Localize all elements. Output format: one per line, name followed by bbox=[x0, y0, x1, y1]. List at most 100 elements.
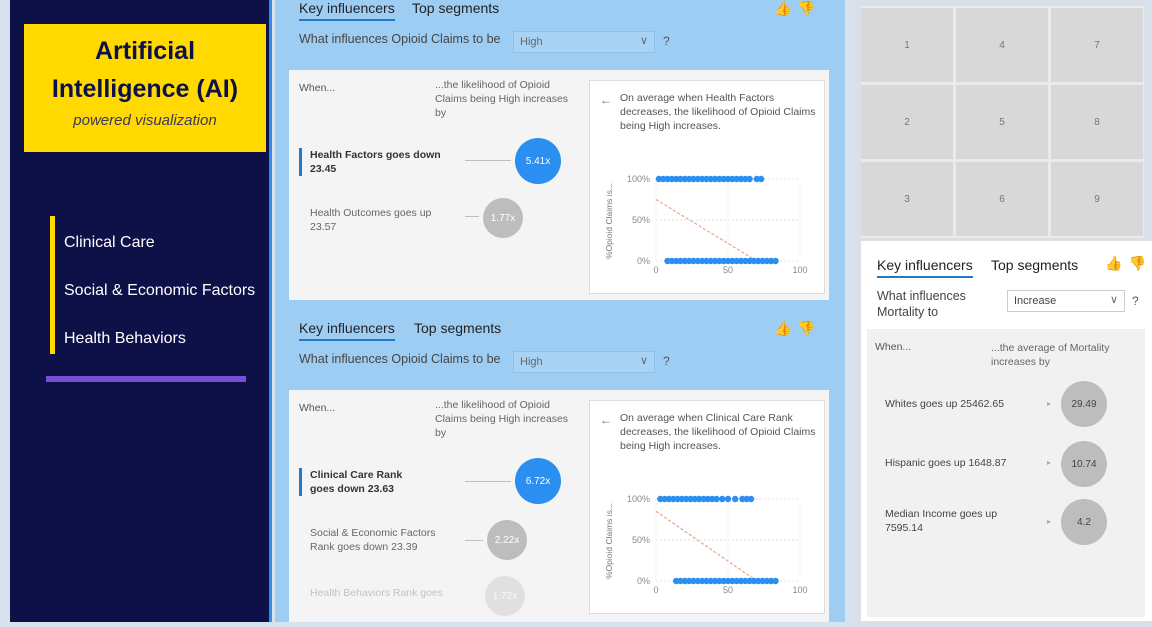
back-arrow-icon[interactable]: ← bbox=[600, 413, 612, 427]
nav-menu: Clinical Care Social & Economic Factors … bbox=[64, 234, 255, 378]
right-panel: 1 4 7 2 5 8 3 6 9 Key influencers Top se… bbox=[849, 0, 1152, 627]
nav-item-health-behaviors[interactable]: Health Behaviors bbox=[64, 330, 255, 378]
report-canvas: Artificial Intelligence (AI) powered vis… bbox=[0, 0, 1152, 627]
tab-top-segments[interactable]: Top segments bbox=[414, 320, 501, 339]
thumbs-down-icon[interactable]: 👎 bbox=[1129, 255, 1146, 271]
influence-prompt: What influences Opioid Claims to be bbox=[299, 32, 501, 46]
key-influencers-visual-1: Key influencers Top segments 👍 👎 What inf… bbox=[289, 0, 829, 302]
detail-explanation: On average when Clinical Care Rank decre… bbox=[620, 412, 816, 452]
thumbs-up-icon[interactable]: 👍 bbox=[774, 320, 791, 336]
bubble-value: 10.74 bbox=[1071, 458, 1097, 470]
likelihood-label: ...the likelihood of Opioid Claims being… bbox=[435, 79, 569, 119]
thumbs-down-icon[interactable]: 👎 bbox=[798, 0, 815, 16]
thumbs-up-icon[interactable]: 👍 bbox=[1105, 255, 1122, 271]
x-tick-label: 0 bbox=[653, 265, 658, 275]
y-axis-label: %Opioid Claims is... bbox=[604, 503, 614, 579]
influence-bubble[interactable]: 4.2 bbox=[1061, 499, 1107, 545]
y-tick-label: 100% bbox=[627, 494, 650, 504]
influence-bubble-selected[interactable]: 6.72x bbox=[515, 458, 561, 504]
influence-bubble[interactable]: 1.77x bbox=[483, 198, 523, 238]
tab-key-influencers[interactable]: Key influencers bbox=[299, 0, 395, 21]
bubble-value: 6.72x bbox=[525, 475, 551, 487]
bubble-value: 2.22x bbox=[494, 534, 520, 546]
trend-line bbox=[655, 198, 758, 262]
left-nav-panel: Artificial Intelligence (AI) powered vis… bbox=[10, 0, 272, 622]
grid-cell[interactable]: 6 bbox=[956, 162, 1048, 236]
y-tick-label: 50% bbox=[632, 535, 650, 545]
detail-explanation: On average when Health Factors decreases… bbox=[620, 92, 816, 132]
influencer-card: When... ...the average of Mortality incr… bbox=[867, 329, 1145, 617]
grid-cell[interactable]: 9 bbox=[1051, 162, 1143, 236]
tab-top-segments[interactable]: Top segments bbox=[991, 257, 1078, 276]
grid-cell[interactable]: 1 bbox=[861, 8, 953, 82]
feedback-icons: 👍 👎 bbox=[768, 0, 815, 17]
thumbs-up-icon[interactable]: 👍 bbox=[774, 0, 791, 16]
y-tick-label: 0% bbox=[637, 576, 650, 586]
scatter-point bbox=[747, 495, 755, 503]
connector-line bbox=[465, 481, 511, 482]
y-axis-label: %Opioid Claims is... bbox=[604, 183, 614, 259]
center-panel: Key influencers Top segments 👍 👎 What inf… bbox=[275, 0, 845, 622]
influencer-detail-panel: ← On average when Clinical Care Rank dec… bbox=[589, 400, 825, 614]
grid-cell[interactable]: 4 bbox=[956, 8, 1048, 82]
x-tick-label: 100 bbox=[792, 585, 807, 595]
influencer-factor-selected[interactable]: Health Factors goes down 23.45 bbox=[299, 148, 459, 176]
when-label: When... bbox=[299, 82, 336, 94]
influencer-detail-panel: ← On average when Health Factors decreas… bbox=[589, 80, 825, 294]
title-line-1: Artificial bbox=[94, 37, 196, 65]
influence-bubble[interactable]: 2.22x bbox=[487, 520, 527, 560]
scatter-point bbox=[724, 495, 732, 503]
grid-cell[interactable]: 3 bbox=[861, 162, 953, 236]
influencer-factor-selected[interactable]: Clinical Care Rank goes down 23.63 bbox=[299, 468, 429, 496]
influencer-factor[interactable]: Health Outcomes goes up 23.57 bbox=[299, 206, 459, 234]
grid-cell[interactable]: 8 bbox=[1051, 85, 1143, 159]
bubble-value: 1.72x bbox=[492, 590, 518, 602]
grid-cell[interactable]: 5 bbox=[956, 85, 1048, 159]
x-tick-label: 100 bbox=[792, 265, 807, 275]
feedback-icons: 👍 👎 bbox=[768, 320, 815, 337]
title-line-2: Intelligence (AI) bbox=[51, 75, 239, 103]
tab-key-influencers[interactable]: Key influencers bbox=[877, 257, 973, 278]
influence-bubble-selected[interactable]: 5.41x bbox=[515, 138, 561, 184]
influencer-factor[interactable]: Whites goes up 25462.65 bbox=[885, 397, 1025, 411]
influencer-factor[interactable]: Social & Economic Factors Rank goes down… bbox=[299, 526, 449, 554]
chevron-down-icon: ∨ bbox=[639, 35, 648, 47]
bubble-value: 1.77x bbox=[490, 212, 516, 224]
help-icon[interactable]: ? bbox=[663, 34, 670, 48]
dropdown-value: High bbox=[520, 356, 543, 368]
chevron-down-icon: ∨ bbox=[1109, 294, 1118, 306]
scatter-chart: 0% 50% 100% 0 50 100 %Opioid Claims is... bbox=[604, 174, 808, 275]
target-value-dropdown[interactable]: High ∨ bbox=[513, 31, 655, 53]
bubble-value: 5.41x bbox=[525, 155, 551, 167]
thumbs-down-icon[interactable]: 👎 bbox=[798, 320, 815, 336]
key-influencers-visual-3: Key influencers Top segments 👍 👎 What inf… bbox=[861, 241, 1152, 621]
y-tick-label: 50% bbox=[632, 215, 650, 225]
influencer-factor[interactable]: Hispanic goes up 1648.87 bbox=[885, 456, 1025, 470]
scatter-point bbox=[757, 175, 765, 183]
influence-bubble[interactable]: 29.49 bbox=[1061, 381, 1107, 427]
likelihood-label: ...the likelihood of Opioid Claims being… bbox=[435, 399, 569, 439]
grid-cell[interactable]: 2 bbox=[861, 85, 953, 159]
nav-item-social-economic[interactable]: Social & Economic Factors bbox=[64, 282, 255, 330]
divider-bar bbox=[46, 376, 246, 382]
when-label: When... bbox=[299, 402, 336, 414]
back-arrow-icon[interactable]: ← bbox=[600, 93, 612, 107]
tab-top-segments[interactable]: Top segments bbox=[412, 0, 499, 19]
target-value-dropdown[interactable]: High ∨ bbox=[513, 351, 655, 373]
influence-bubble-faded[interactable]: 1.72x bbox=[485, 576, 525, 616]
influencer-factor-faded[interactable]: Health Behaviors Rank goes bbox=[299, 586, 459, 600]
help-icon[interactable]: ? bbox=[1132, 294, 1139, 308]
influencer-factor[interactable]: Median Income goes up 7595.14 bbox=[885, 507, 1025, 535]
nav-item-clinical-care[interactable]: Clinical Care bbox=[64, 234, 255, 282]
grid-cell[interactable]: 7 bbox=[1051, 8, 1143, 82]
influence-prompt: What influences Opioid Claims to be bbox=[299, 352, 501, 366]
influence-bubble[interactable]: 10.74 bbox=[1061, 441, 1107, 487]
chevron-down-icon: ∨ bbox=[639, 355, 648, 367]
tab-key-influencers[interactable]: Key influencers bbox=[299, 320, 395, 341]
target-value-dropdown[interactable]: Increase ∨ bbox=[1007, 290, 1125, 312]
scatter-point bbox=[713, 495, 720, 503]
influence-prompt: What influences Mortality to bbox=[877, 289, 966, 319]
key-influencers-visual-2: Key influencers Top segments 👍 👎 What inf… bbox=[289, 320, 829, 622]
matrix-grid: 1 4 7 2 5 8 3 6 9 bbox=[861, 6, 1144, 238]
help-icon[interactable]: ? bbox=[663, 354, 670, 368]
